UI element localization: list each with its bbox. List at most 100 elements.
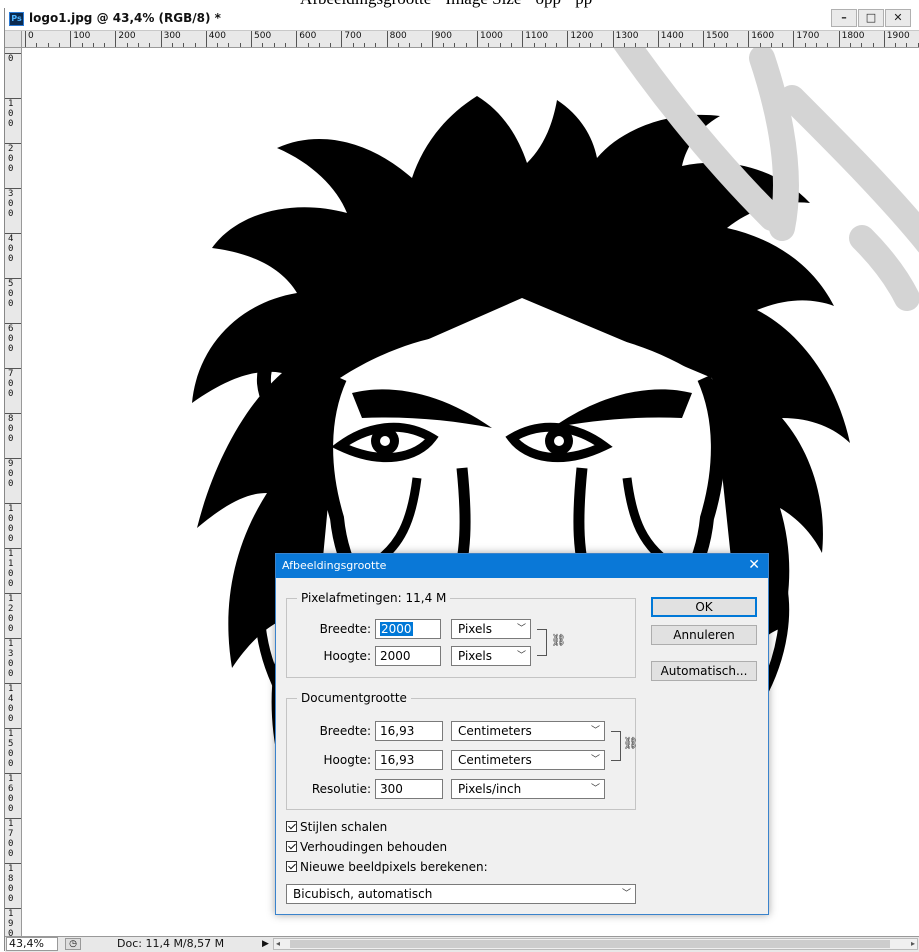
ruler-tick-label: 1100 bbox=[5, 548, 21, 589]
ruler-minor-tick bbox=[895, 43, 897, 47]
ruler-minor-tick bbox=[770, 43, 772, 47]
ruler-tick-label: 700 bbox=[5, 368, 21, 399]
ruler-tick-label: 900 bbox=[5, 458, 21, 489]
resample-method-select[interactable]: Bicubisch, automatisch ﹀ bbox=[286, 884, 636, 904]
ruler-tick-label: 300 bbox=[5, 188, 21, 219]
ruler-minor-tick bbox=[443, 43, 445, 47]
ruler-minor-tick bbox=[217, 43, 219, 47]
scale-styles-checkbox[interactable]: Stijlen schalen bbox=[286, 820, 387, 834]
image-size-dialog: Afbeeldingsgrootte ✕ Pixelafmetingen: 11… bbox=[275, 553, 769, 915]
dialog-close-icon[interactable]: ✕ bbox=[748, 557, 760, 573]
ruler-minor-tick bbox=[138, 43, 139, 47]
minimize-button[interactable]: – bbox=[831, 9, 857, 27]
ruler-minor-tick bbox=[409, 43, 411, 47]
ruler-minor-tick bbox=[646, 43, 648, 47]
ruler-tick-label: 500 bbox=[251, 31, 271, 47]
status-menu-arrow[interactable]: ▶ bbox=[262, 938, 269, 950]
ruler-tick-label: 800 bbox=[5, 413, 21, 444]
ruler-tick-label: 0 bbox=[5, 53, 21, 64]
dialog-titlebar[interactable]: Afbeeldingsgrootte ✕ bbox=[276, 554, 768, 578]
ruler-minor-tick bbox=[352, 43, 354, 47]
doc-height-label: Hoogte: bbox=[323, 753, 371, 767]
ruler-minor-tick bbox=[375, 43, 377, 47]
pixel-width-input[interactable]: 2000 bbox=[375, 619, 441, 639]
ruler-minor-tick bbox=[149, 43, 151, 47]
doc-width-input[interactable]: 16,93 bbox=[375, 721, 443, 741]
pixel-width-unit-select[interactable]: Pixels ﹀ bbox=[451, 619, 531, 639]
checkbox-checked-icon bbox=[286, 821, 297, 832]
ruler-minor-tick bbox=[827, 43, 829, 47]
ruler-tick-label: 1700 bbox=[5, 818, 21, 859]
pixel-dimensions-legend: Pixelafmetingen: 11,4 M bbox=[297, 591, 451, 605]
ruler-tick-label: 1300 bbox=[5, 638, 21, 679]
chevron-down-icon: ﹀ bbox=[516, 624, 526, 634]
horizontal-ruler[interactable]: 0 100 200 300 400 500 600 700 800 900 1000 1100 1200… bbox=[22, 31, 919, 48]
ruler-origin[interactable] bbox=[5, 31, 22, 48]
pixel-height-input[interactable]: 2000 bbox=[375, 646, 441, 666]
constrain-proportions-checkbox[interactable]: Verhoudingen behouden bbox=[286, 840, 447, 854]
ruler-tick-label: 900 bbox=[431, 31, 452, 47]
ruler-minor-tick bbox=[126, 43, 128, 47]
ruler-tick-label: 200 bbox=[115, 31, 136, 47]
ruler-tick-label: 100 bbox=[70, 31, 90, 47]
pixel-height-label: Hoogte: bbox=[323, 649, 371, 663]
ruler-minor-tick bbox=[397, 43, 399, 47]
close-button[interactable]: ✕ bbox=[885, 9, 911, 27]
ok-button[interactable]: OK bbox=[651, 597, 757, 617]
doc-width-unit-select[interactable]: Centimeters ﹀ bbox=[451, 721, 605, 741]
zoom-level-field[interactable]: 43,4% bbox=[6, 937, 58, 951]
document-size-legend: Documentgrootte bbox=[297, 691, 411, 705]
ruler-minor-tick bbox=[533, 43, 535, 47]
ruler-tick-label: 600 bbox=[296, 31, 316, 47]
ruler-minor-tick bbox=[284, 43, 286, 47]
ruler-tick-label: 1400 bbox=[5, 683, 21, 724]
ruler-minor-tick bbox=[81, 43, 83, 47]
ruler-minor-tick bbox=[736, 43, 738, 47]
auto-button[interactable]: Automatisch... bbox=[651, 661, 757, 681]
ruler-tick-label: 300 bbox=[160, 31, 181, 47]
resolution-unit-select[interactable]: Pixels/inch ﹀ bbox=[451, 779, 605, 799]
vertical-ruler[interactable]: 0 100 200 300 400 500 600 700 800 900 1000 1100 1200… bbox=[5, 48, 22, 936]
chevron-down-icon: ﹀ bbox=[590, 726, 600, 736]
horizontal-scrollbar[interactable]: ◂ ▸ bbox=[273, 938, 918, 950]
ruler-minor-tick bbox=[816, 43, 817, 47]
ruler-tick-label: 1500 bbox=[5, 728, 21, 769]
ruler-minor-tick bbox=[556, 43, 558, 47]
scroll-left-icon[interactable]: ◂ bbox=[276, 939, 280, 949]
chevron-down-icon: ﹀ bbox=[516, 651, 526, 661]
chevron-down-icon: ﹀ bbox=[621, 889, 631, 899]
document-title: logo1.jpg @ 43,4% (RGB/8) * bbox=[29, 11, 221, 25]
resolution-input[interactable]: 300 bbox=[375, 779, 443, 799]
checkbox-checked-icon bbox=[286, 861, 297, 872]
ruler-minor-tick bbox=[307, 43, 309, 47]
ruler-minor-tick bbox=[239, 43, 241, 47]
dialog-title: Afbeeldingsgrootte bbox=[282, 559, 387, 572]
doc-height-input[interactable]: 16,93 bbox=[375, 750, 443, 770]
ruler-minor-tick bbox=[194, 43, 196, 47]
ruler-tick-label: 500 bbox=[5, 278, 21, 309]
scroll-right-icon[interactable]: ▸ bbox=[911, 939, 915, 949]
ruler-minor-tick bbox=[635, 43, 637, 47]
status-info-icon[interactable]: ◷ bbox=[65, 938, 81, 950]
ruler-minor-tick bbox=[544, 43, 546, 47]
cancel-button[interactable]: Annuleren bbox=[651, 625, 757, 645]
window-titlebar[interactable]: Ps logo1.jpg @ 43,4% (RGB/8) * – □ ✕ bbox=[5, 8, 919, 31]
ruler-minor-tick bbox=[262, 43, 264, 47]
pixel-dimensions-group: Pixelafmetingen: 11,4 M Breedte: 2000 Pi… bbox=[286, 591, 636, 678]
doc-height-unit-select[interactable]: Centimeters ﹀ bbox=[451, 750, 605, 770]
pixel-height-unit-select[interactable]: Pixels ﹀ bbox=[451, 646, 531, 666]
ruler-minor-tick bbox=[364, 43, 365, 47]
ruler-minor-tick bbox=[104, 43, 106, 47]
document-size-group: Documentgrootte Breedte: 16,93 Centimete… bbox=[286, 691, 638, 810]
resample-image-checkbox[interactable]: Nieuwe beeldpixels berekenen: bbox=[286, 860, 488, 874]
ruler-tick-label: 700 bbox=[341, 31, 362, 47]
ruler-minor-tick bbox=[691, 43, 693, 47]
ruler-minor-tick bbox=[273, 43, 275, 47]
ruler-minor-tick bbox=[714, 43, 716, 47]
ruler-minor-tick bbox=[454, 43, 456, 47]
maximize-button[interactable]: □ bbox=[858, 9, 884, 27]
ruler-minor-tick bbox=[183, 43, 185, 47]
scrollbar-thumb[interactable] bbox=[290, 940, 890, 948]
ruler-minor-tick bbox=[725, 43, 727, 47]
ruler-minor-tick bbox=[680, 43, 682, 47]
